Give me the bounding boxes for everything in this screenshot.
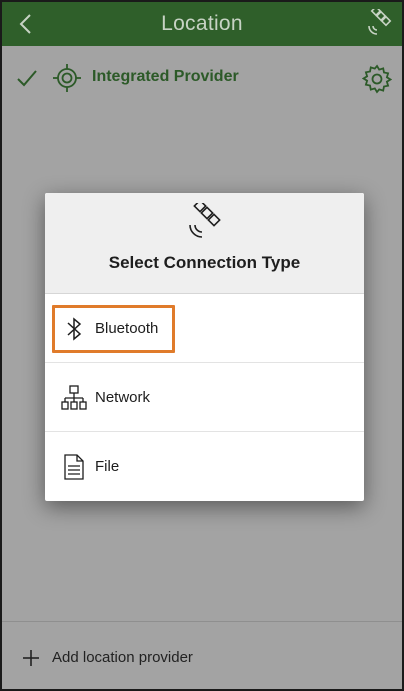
file-icon: [64, 454, 84, 480]
crosshair-icon: [53, 64, 81, 92]
connection-type-dialog: Select Connection Type Bluetooth Network…: [45, 193, 364, 501]
gear-icon[interactable]: [362, 64, 392, 94]
screen-frame: Location Integrated Provider Select Conn…: [0, 0, 404, 691]
option-file[interactable]: File: [45, 432, 364, 501]
satellite-icon: [368, 5, 392, 35]
plus-icon: [23, 650, 39, 666]
provider-row-integrated[interactable]: Integrated Provider: [2, 46, 402, 112]
page-title: Location: [161, 12, 243, 35]
checkmark-icon: [17, 70, 37, 87]
option-label: Bluetooth: [95, 320, 159, 337]
bluetooth-icon: [67, 317, 82, 341]
satellite-icon: [189, 203, 221, 238]
option-bluetooth[interactable]: Bluetooth: [45, 294, 364, 363]
option-network[interactable]: Network: [45, 363, 364, 432]
provider-label: Integrated Provider: [92, 68, 239, 85]
network-icon: [61, 385, 87, 410]
add-provider-label: Add location provider: [52, 649, 193, 666]
top-app-bar: Location: [2, 2, 402, 46]
satellite-button[interactable]: [364, 5, 394, 39]
option-label: File: [95, 458, 120, 475]
option-label: Network: [95, 389, 151, 406]
dialog-title: Select Connection Type: [108, 253, 301, 272]
dialog-header: Select Connection Type: [45, 193, 364, 294]
add-location-provider-button[interactable]: Add location provider: [2, 621, 402, 689]
